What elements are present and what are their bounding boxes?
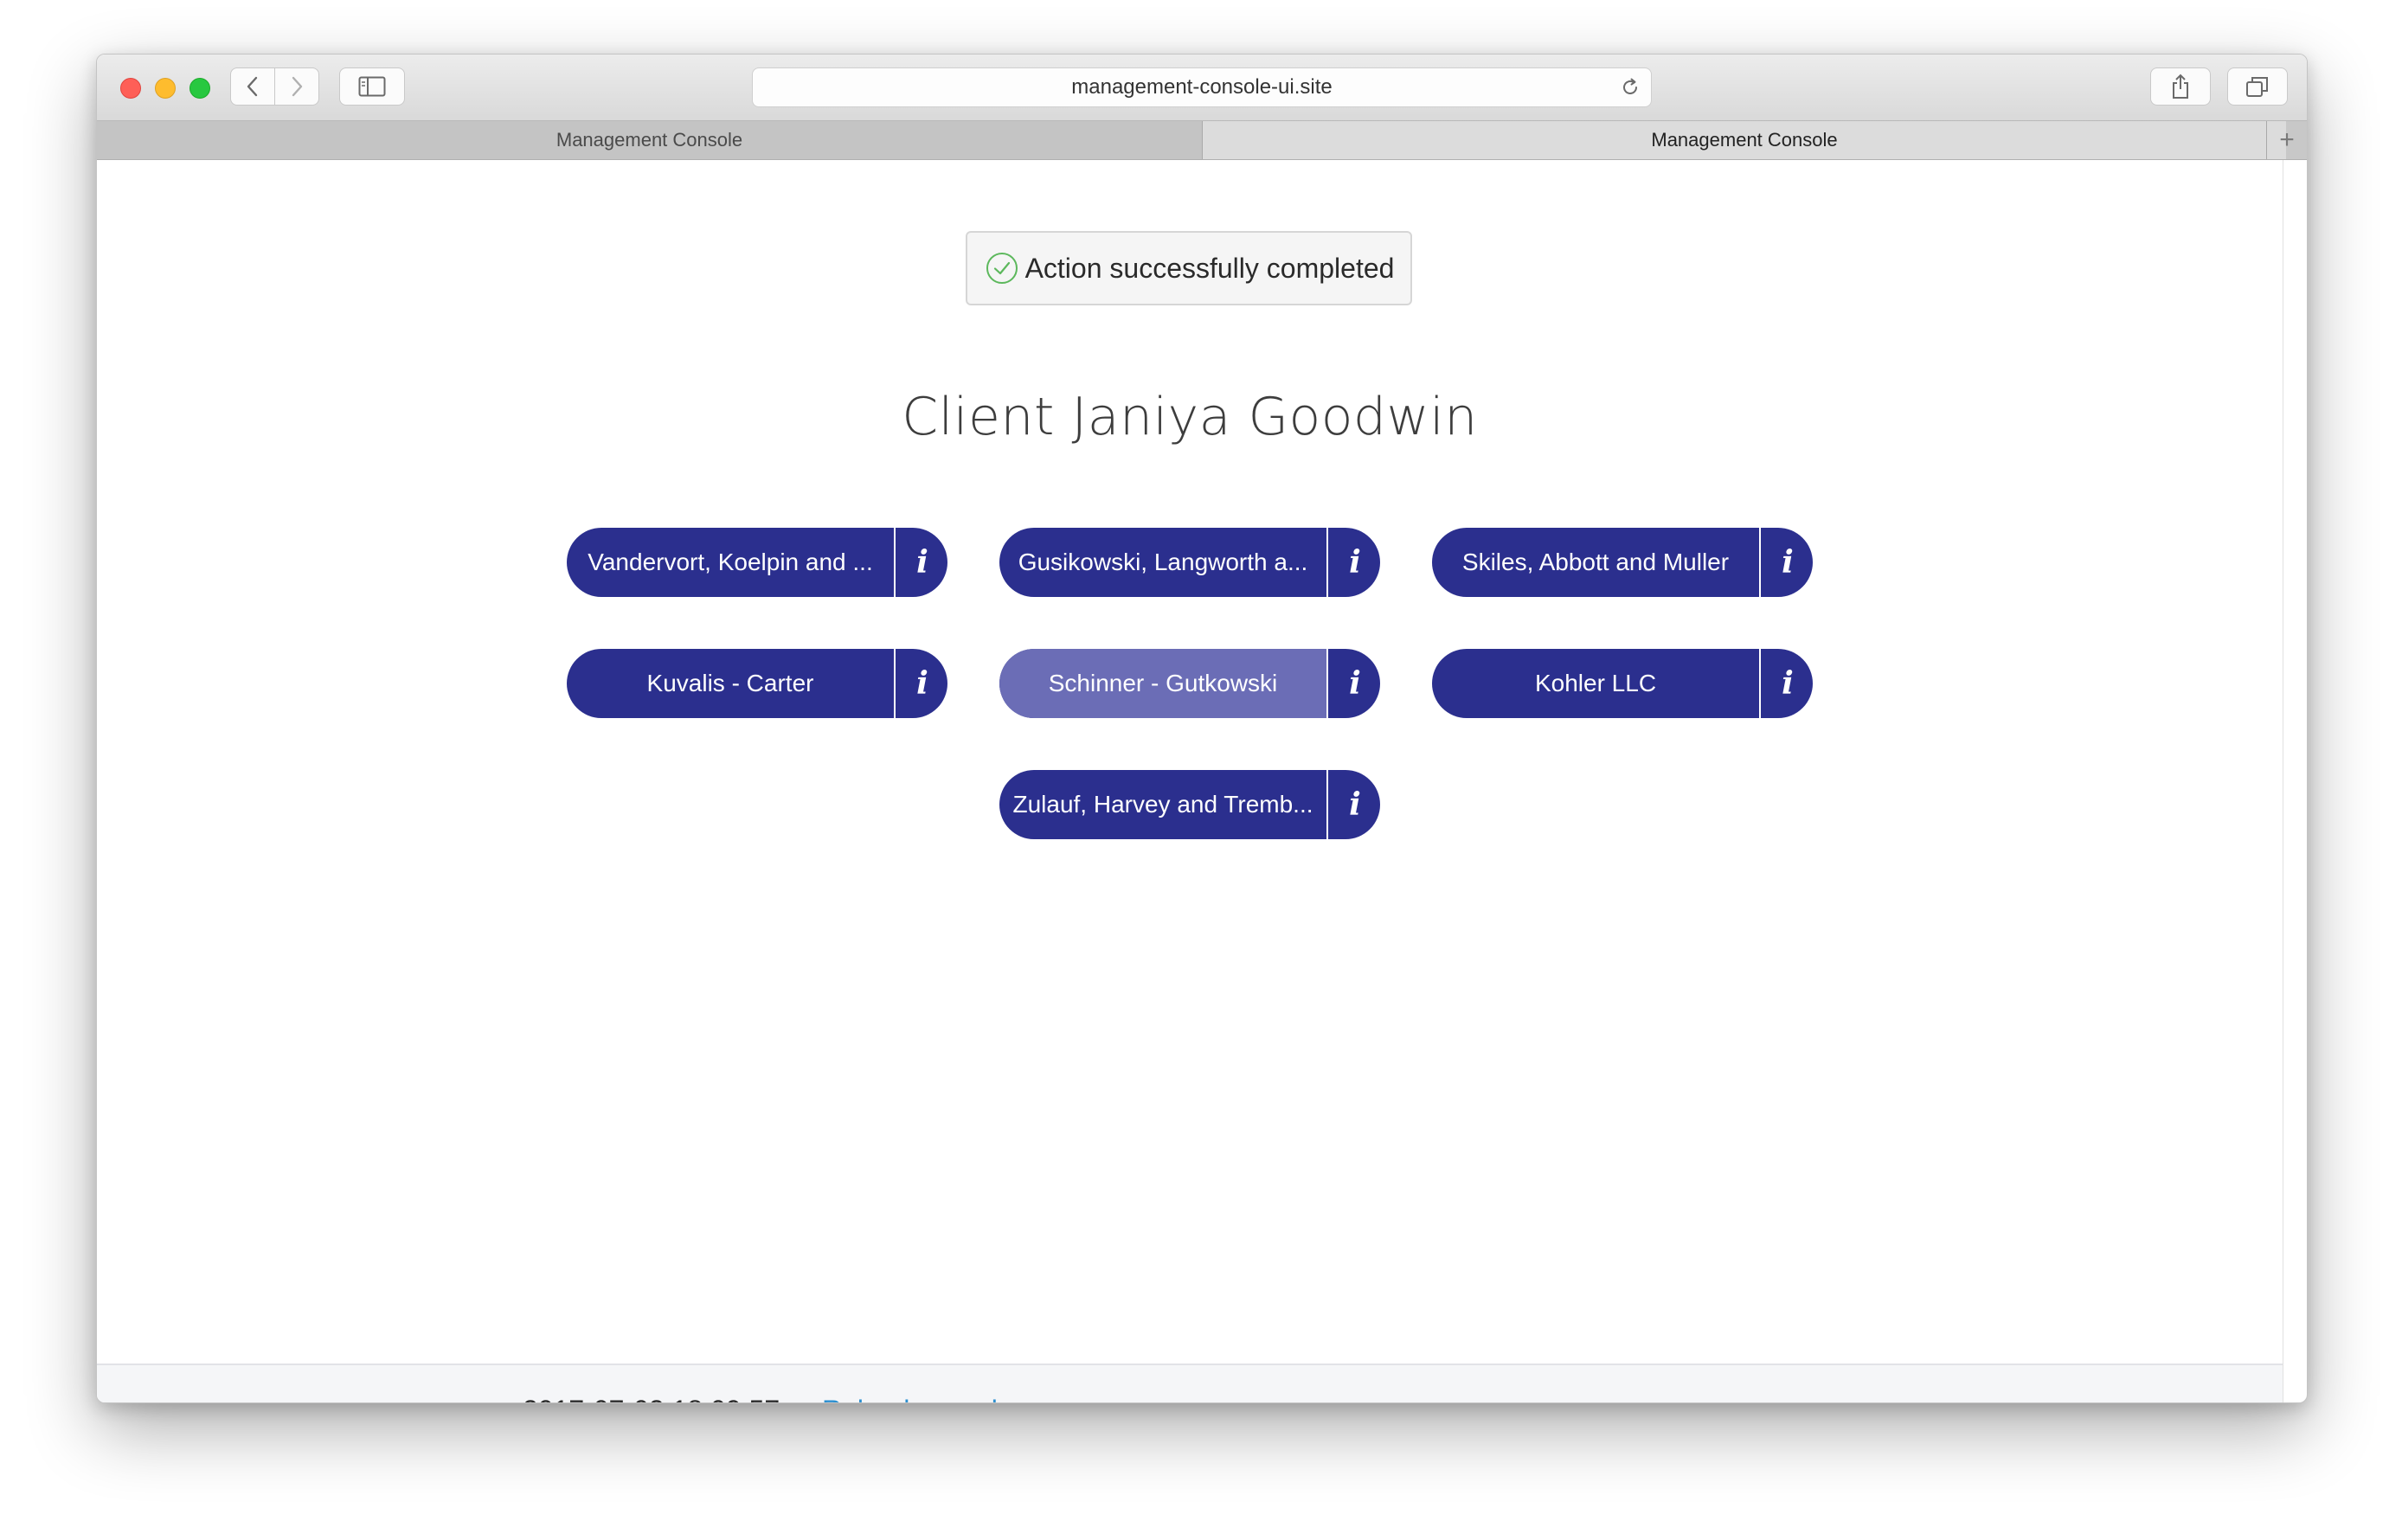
browser-window: management-console-ui.site Management Co…	[96, 54, 2308, 1403]
reload-console-link[interactable]: Reload console	[822, 1395, 1013, 1402]
client-chip: Zulauf, Harvey and Tremb... i	[999, 770, 1380, 839]
chevron-right-icon	[292, 76, 303, 97]
info-icon[interactable]: i	[1330, 528, 1380, 597]
client-chip: Vandervort, Koelpin and ... i	[567, 528, 947, 597]
page-title: Client Janiya Goodwin	[902, 387, 1478, 447]
success-notification: Action successfully completed	[966, 231, 1412, 305]
zoom-window-button[interactable]	[189, 78, 210, 99]
client-button[interactable]: Schinner - Gutkowski	[999, 649, 1328, 718]
info-icon[interactable]: i	[1763, 528, 1813, 597]
info-icon[interactable]: i	[1330, 770, 1380, 839]
notification-message: Action successfully completed	[1024, 252, 1395, 284]
check-circle-icon	[986, 253, 1018, 284]
info-icon[interactable]: i	[1330, 649, 1380, 718]
sidebar-toggle-button[interactable]	[339, 67, 405, 106]
client-button[interactable]: Kohler LLC	[1432, 649, 1761, 718]
navigation-buttons	[230, 67, 320, 106]
client-button[interactable]: Kuvalis - Carter	[567, 649, 896, 718]
info-icon[interactable]: i	[897, 528, 947, 597]
info-icon[interactable]: i	[897, 649, 947, 718]
url-text: management-console-ui.site	[1071, 75, 1333, 99]
sidebar-icon	[358, 76, 386, 97]
back-button[interactable]	[230, 67, 275, 106]
show-all-tabs-button[interactable]	[2227, 67, 2288, 106]
plus-icon: +	[2279, 125, 2295, 154]
page-content: Action successfully completed Client Jan…	[97, 160, 2283, 1402]
client-chip: Gusikowski, Langworth a... i	[999, 528, 1380, 597]
chevron-left-icon	[247, 76, 258, 97]
client-button[interactable]: Skiles, Abbott and Muller	[1432, 528, 1761, 597]
info-icon[interactable]: i	[1763, 649, 1813, 718]
reload-page-icon[interactable]	[1620, 77, 1641, 98]
address-bar[interactable]: management-console-ui.site	[752, 67, 1652, 107]
client-chip: Skiles, Abbott and Muller i	[1432, 528, 1813, 597]
tab-bar: Management Console Management Console +	[97, 121, 2307, 160]
client-chip: Kuvalis - Carter i	[567, 649, 947, 718]
page-footer: 2017-07-03 18:09:57 Reload console	[97, 1364, 2283, 1402]
forward-button[interactable]	[274, 67, 319, 106]
client-button[interactable]: Vandervort, Koelpin and ...	[567, 528, 896, 597]
client-chip: Kohler LLC i	[1432, 649, 1813, 718]
minimize-window-button[interactable]	[155, 78, 176, 99]
timestamp: 2017-07-03 18:09:57	[523, 1395, 780, 1402]
client-button[interactable]: Gusikowski, Langworth a...	[999, 528, 1328, 597]
tab-management-console-1[interactable]: Management Console	[97, 121, 1203, 159]
share-button[interactable]	[2150, 67, 2211, 106]
new-tab-button[interactable]: +	[2266, 121, 2307, 159]
client-chip-selected: Schinner - Gutkowski i	[999, 649, 1380, 718]
tab-management-console-2[interactable]: Management Console	[1203, 121, 2286, 159]
share-icon	[2173, 74, 2188, 99]
close-window-button[interactable]	[120, 78, 141, 99]
browser-toolbar: management-console-ui.site	[97, 55, 2307, 121]
tabs-overview-icon	[2246, 77, 2268, 97]
client-button[interactable]: Zulauf, Harvey and Tremb...	[999, 770, 1328, 839]
